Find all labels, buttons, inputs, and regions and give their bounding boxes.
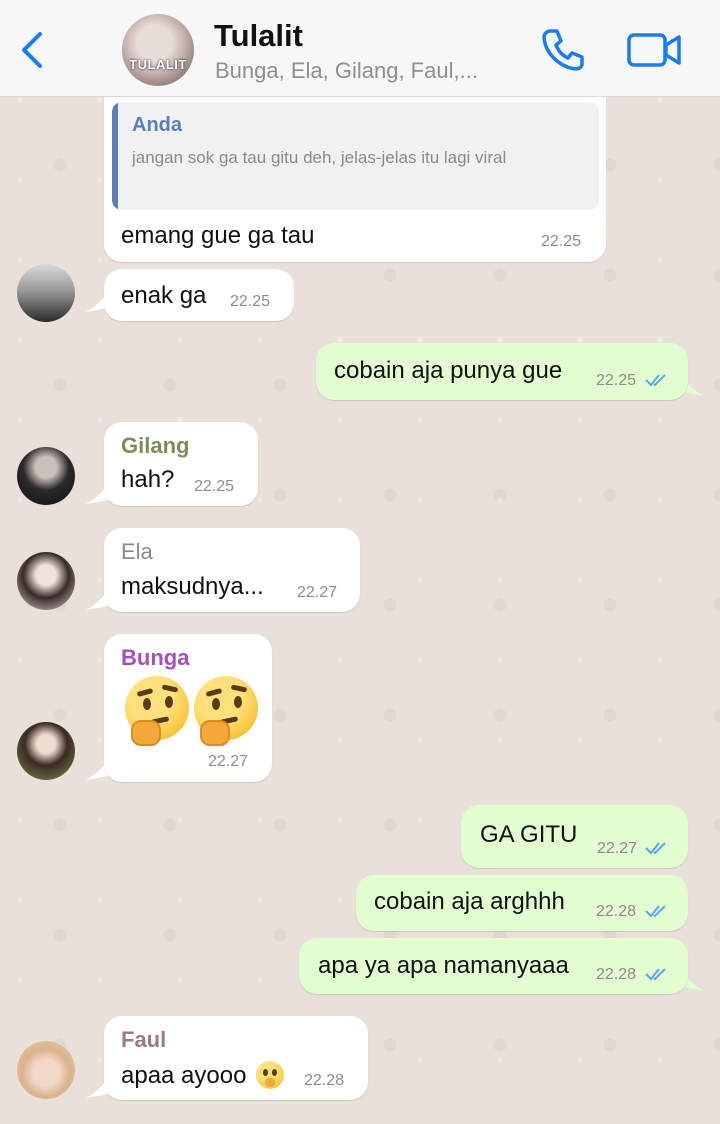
sender-name: Gilang: [121, 433, 190, 458]
read-receipt-icon: [645, 968, 666, 981]
message-text: enak ga: [121, 282, 207, 309]
message-time: 22.28: [596, 966, 637, 983]
quote-bar: [112, 102, 118, 210]
read-receipt-icon: [645, 374, 666, 387]
avatar[interactable]: [17, 722, 75, 780]
phone-icon[interactable]: [540, 26, 586, 72]
message-time: 22.27: [597, 840, 638, 857]
message-text: GA GITU: [480, 821, 578, 848]
group-members[interactable]: Bunga, Ela, Gilang, Faul,...: [215, 58, 478, 84]
video-camera-icon[interactable]: [626, 30, 682, 70]
quoted-message[interactable]: Anda jangan sok ga tau gitu deh, jelas-j…: [112, 102, 599, 210]
quote-text: jangan sok ga tau gitu deh, jelas-jelas …: [132, 148, 507, 167]
chat-header: TULALIT Tulalit Bunga, Ela, Gilang, Faul…: [0, 0, 720, 97]
message-text: apaa ayooo: [121, 1062, 247, 1089]
thinking-face-icon: [194, 676, 258, 746]
message-time: 22.28: [596, 903, 637, 920]
group-name[interactable]: Tulalit: [214, 18, 303, 54]
sender-name: Ela: [121, 539, 153, 564]
message-text: cobain aja punya gue: [334, 357, 563, 384]
group-avatar-label: TULALIT: [129, 57, 187, 72]
group-avatar[interactable]: TULALIT: [122, 14, 194, 86]
message-time: 22.27: [208, 753, 249, 770]
sender-name: Bunga: [121, 645, 190, 670]
message-time: 22.25: [230, 293, 271, 310]
message-text: hah?: [121, 466, 175, 493]
message-time: 22.27: [297, 584, 338, 601]
message-text: apa ya apa namanyaaa: [318, 952, 569, 979]
message-time: 22.25: [541, 233, 582, 250]
chevron-left-icon[interactable]: [18, 30, 46, 70]
avatar[interactable]: [17, 552, 75, 610]
message-text: emang gue ga tau: [121, 222, 315, 249]
avatar[interactable]: [17, 1041, 75, 1099]
sender-name: Faul: [121, 1027, 167, 1052]
message-time: 22.25: [596, 372, 637, 389]
thinking-face-icon: [125, 676, 189, 746]
avatar[interactable]: [17, 264, 75, 322]
avatar[interactable]: [17, 447, 75, 505]
message-time: 22.28: [304, 1072, 345, 1089]
message-text: cobain aja arghhh: [374, 888, 565, 915]
face-with-open-eyes-hand-icon: [256, 1061, 284, 1089]
quote-author: Anda: [132, 114, 182, 136]
message-text: maksudnya...: [121, 573, 264, 600]
read-receipt-icon: [645, 842, 666, 855]
read-receipt-icon: [645, 905, 666, 918]
message-time: 22.25: [194, 478, 235, 495]
